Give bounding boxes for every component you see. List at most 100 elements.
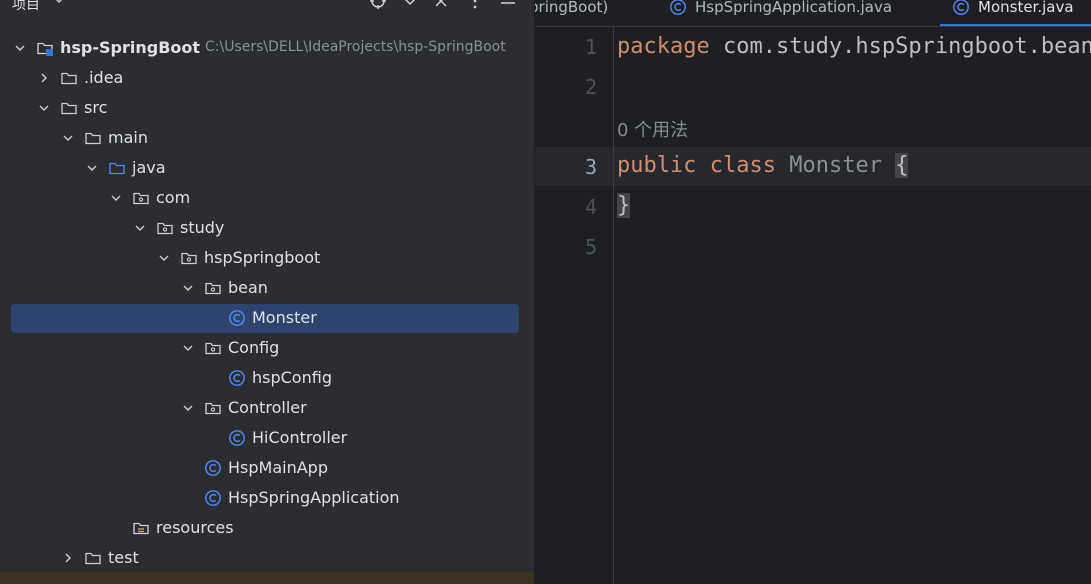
class-icon [205,460,221,476]
chevron-down-icon[interactable] [14,42,26,54]
tree-item-config[interactable]: Config [0,333,534,363]
chevron-down-icon[interactable] [182,402,194,414]
code-line: public class Monster { [617,153,909,178]
tree-item-hsp-springboot[interactable]: hsp-SpringBoot C:\Users\DELL\IdeaProjects… [0,33,534,63]
line-number: 5 [584,235,597,259]
tree-item-label: HspSpringApplication [228,488,400,507]
package-icon [181,252,197,265]
line-number-current: 3 [584,155,597,179]
tree-item-main[interactable]: main [0,123,534,153]
tree-item-label: HiController [252,428,348,447]
package-icon [205,342,221,355]
chevron-right-icon[interactable] [62,552,74,564]
active-tab-indicator [940,24,1091,26]
class-icon [205,490,221,506]
chevron-down-icon[interactable] [182,342,194,354]
tree-item-label: Monster [252,308,317,327]
resources-folder-icon [133,522,149,535]
chevron-right-icon[interactable] [38,72,50,84]
chevron-down-icon[interactable] [182,282,194,294]
project-panel-header: 项目 [0,0,534,14]
more-options-icon[interactable] [466,0,484,10]
tree-item-label: main [108,128,148,147]
tree-item-hicontroller[interactable]: HiController [0,423,534,453]
class-name: Monster [789,153,882,178]
class-icon [953,0,969,15]
tab-label: HspSpringApplication.java [695,0,893,16]
line-number-gutter[interactable]: 1 2 3 4 5 [535,27,614,584]
chevron-down-icon[interactable] [62,132,74,144]
tree-item-hspspringapplication[interactable]: HspSpringApplication [0,483,534,513]
folder-icon [61,102,77,115]
tree-item-label: Controller [228,398,307,417]
line-number: 1 [584,35,597,59]
chevron-down-icon[interactable] [38,102,50,114]
tree-item-study[interactable]: study [0,213,534,243]
tree-item-com[interactable]: com [0,183,534,213]
tree-item-idea[interactable]: .idea [0,63,534,93]
chevron-down-icon[interactable] [86,162,98,174]
tree-item-label: hspSpringboot [204,248,321,267]
tree-item-label: .idea [84,68,124,87]
tab-label: Monster.java [978,0,1074,16]
tree-item-label: hspConfig [252,368,332,387]
class-icon [229,370,245,386]
tree-item-label: test [108,548,139,567]
tree-item-label: src [84,98,108,117]
line-number: 4 [584,195,597,219]
tree-item-resources[interactable]: resources [0,513,534,543]
tree-row-partial [0,572,534,584]
package-name: com.study.hspSpringboot.bean; [709,34,1091,59]
keyword: class [709,153,776,178]
package-icon [133,192,149,205]
class-icon [229,310,245,326]
close-icon[interactable] [432,0,450,10]
tree-item-test[interactable]: test [0,543,534,573]
chevron-down-icon[interactable] [401,0,419,10]
chevron-down-icon[interactable] [110,192,122,204]
package-icon [157,222,173,235]
keyword: package [617,34,710,59]
project-panel-title[interactable]: 项目 [12,0,40,14]
class-icon [229,430,245,446]
tree-item-monster[interactable]: Monster [0,303,534,333]
chevron-down-icon[interactable] [158,252,170,264]
tree-item-src[interactable]: src [0,93,534,123]
code-editor[interactable]: pringBoot) HspSpringApplication.java Mon… [535,0,1091,584]
class-icon [670,0,686,15]
tree-item-label: Config [228,338,280,357]
tree-item-label: HspMainApp [228,458,328,477]
tree-item-label: hsp-SpringBoot [60,38,201,57]
tree-item-label: study [180,218,225,237]
source-folder-icon [109,162,125,175]
folder-icon [85,132,101,145]
line-number: 2 [584,75,597,99]
tree-item-label: bean [228,278,268,297]
brace-highlighted: } [617,193,631,218]
folder-icon [61,72,77,85]
tree-item-hspconfig[interactable]: hspConfig [0,363,534,393]
code-line: } [617,193,631,218]
chevron-down-icon[interactable] [52,0,66,7]
tree-item-hspspringboot[interactable]: hspSpringboot [0,243,534,273]
locate-target-icon[interactable] [369,0,387,10]
tree-item-java[interactable]: java [0,153,534,183]
minimize-icon[interactable] [499,0,517,10]
usages-inlay-hint[interactable]: 0 个用法 [617,116,688,142]
module-folder-icon [37,42,53,56]
package-icon [205,282,221,295]
keyword: public [617,153,697,178]
tree-item-label: java [132,158,166,177]
tree-item-label: com [156,188,191,207]
tree-item-hspmainapp[interactable]: HspMainApp [0,453,534,483]
chevron-down-icon[interactable] [134,222,146,234]
tree-item-bean[interactable]: bean [0,273,534,303]
package-icon [205,402,221,415]
tab-label: pringBoot) [535,0,609,16]
folder-icon [85,552,101,565]
code-line: package com.study.hspSpringboot.bean; [617,34,1091,59]
tree-item-controller[interactable]: Controller [0,393,534,423]
editor-tab-bar: pringBoot) HspSpringApplication.java Mon… [535,0,1091,27]
brace-highlighted: { [895,153,909,178]
project-tool-window: 项目 hsp-SpringBoot C:\Users\DELL\IdeaProje… [0,0,534,584]
